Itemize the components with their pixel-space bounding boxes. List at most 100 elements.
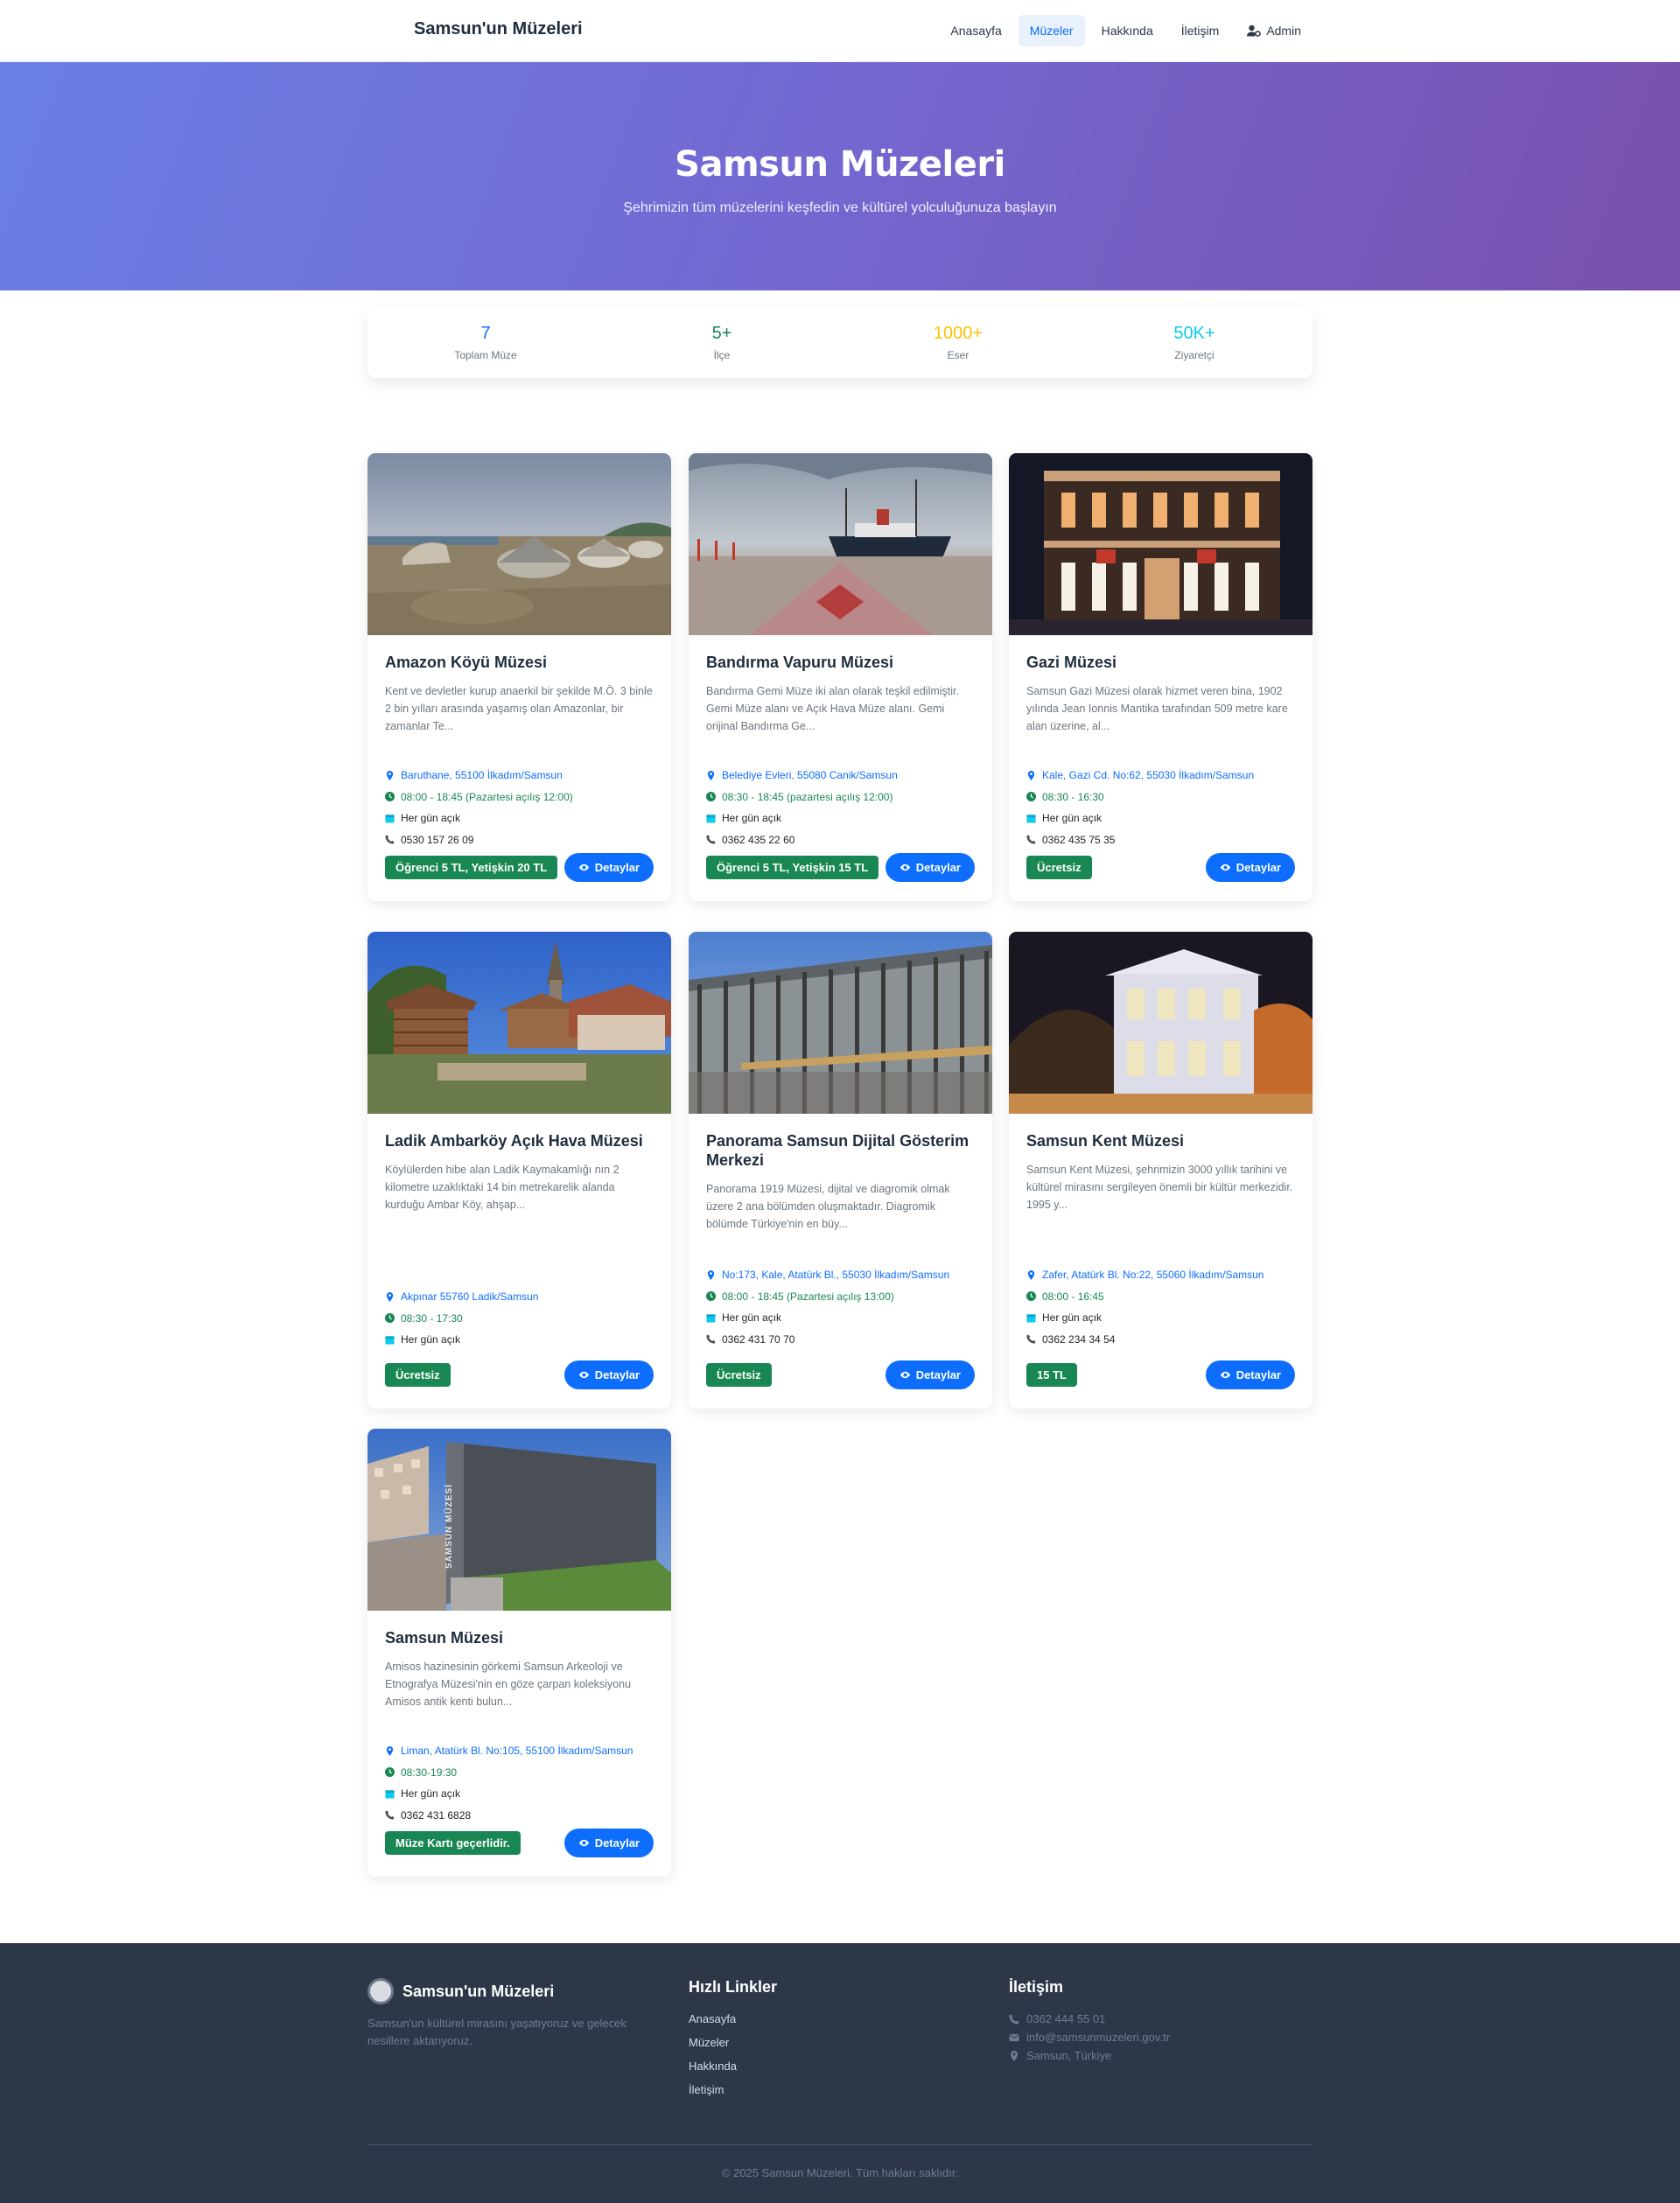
museum-days-text: Her gün açık <box>401 812 461 825</box>
details-button[interactable]: Detaylar <box>564 1829 654 1857</box>
nav-link-admin[interactable]: Admin <box>1236 15 1312 46</box>
museum-image[interactable] <box>1009 932 1312 1114</box>
nav-link-home[interactable]: Anasayfa <box>939 15 1012 46</box>
museum-sign-text: SAMSUN MÜZESİ <box>444 1484 454 1569</box>
calendar-icon <box>385 1790 395 1799</box>
price-badge: Ücretsiz <box>706 1363 772 1387</box>
museum-description: Bandırma Gemi Müze iki alan olarak teşki… <box>706 685 959 732</box>
nav-link-about[interactable]: Hakkında <box>1090 15 1165 46</box>
museum-image[interactable] <box>689 932 992 1114</box>
museum-hours-text: 08:30-19:30 <box>401 1766 458 1779</box>
calendar-icon <box>1026 815 1036 823</box>
card-footer: Ücretsiz Detaylar <box>1026 853 1295 882</box>
museum-location: Baruthane, 55100 İlkadım/Samsun <box>385 765 573 787</box>
museum-hours: 08:00 - 18:45 (Pazartesi açılış 13:00) <box>706 1286 949 1308</box>
nav-link-museums[interactable]: Müzeler <box>1018 15 1085 46</box>
footer-address: Samsun, Türkiye <box>1009 2049 1170 2062</box>
museum-phone-text: 0362 234 34 54 <box>1042 1332 1116 1346</box>
museum-info: Liman, Atatürk Bl. No:105, 55100 İlkadım… <box>385 1740 633 1826</box>
museum-days-text: Her gün açık <box>722 812 782 825</box>
calendar-icon <box>1026 1314 1036 1323</box>
details-button-label: Detaylar <box>594 1368 640 1381</box>
stat-value: 5+ <box>711 324 732 343</box>
stat-value: 7 <box>480 324 491 343</box>
museum-location: Kale, Gazi Cd. No:62, 55030 İlkadım/Sams… <box>1026 765 1254 787</box>
map-pin-icon <box>1027 1269 1035 1280</box>
details-button[interactable]: Detaylar <box>564 1360 654 1389</box>
museum-image[interactable] <box>1009 453 1312 635</box>
museum-title[interactable]: Amazon Köyü Müzesi <box>385 653 654 672</box>
footer-brand-text: Samsun'un Müzeleri <box>402 1982 555 2000</box>
museum-title[interactable]: Bandırma Vapuru Müzesi <box>706 653 975 672</box>
museum-image[interactable] <box>689 453 992 635</box>
details-button[interactable]: Detaylar <box>1205 853 1295 882</box>
details-button[interactable]: Detaylar <box>885 853 975 882</box>
museum-image[interactable] <box>368 932 671 1114</box>
museum-phone: 0362 435 22 60 <box>706 829 898 851</box>
footer-link-about[interactable]: Hakkında <box>689 2060 777 2073</box>
calendar-icon <box>706 815 716 823</box>
footer-email-text[interactable]: info@samsunmuzeleri.gov.tr <box>1026 2031 1170 2044</box>
footer-contact: İletişim 0362 444 55 01 info@samsunmuzel… <box>1009 1978 1170 2062</box>
museum-title[interactable]: Samsun Müzesi <box>385 1628 654 1647</box>
map-pin-icon <box>386 1291 394 1302</box>
clock-icon <box>385 1767 395 1778</box>
navbar-brand[interactable]: Samsun'un Müzeleri <box>414 19 583 39</box>
museum-days-text: Her gün açık <box>1042 812 1102 825</box>
price-badge: Ücretsiz <box>385 1363 451 1387</box>
phone-icon <box>706 835 716 844</box>
eye-icon <box>578 1839 589 1847</box>
user-cog-icon <box>1247 24 1262 37</box>
card-body: Samsun Müzesi Amisos hazinesinin görkemi… <box>368 1611 671 1710</box>
museum-location: Akpınar 55760 Ladik/Samsun <box>385 1286 538 1308</box>
map-pin-icon <box>1011 2050 1018 2061</box>
details-button-label: Detaylar <box>915 861 961 874</box>
eye-icon <box>900 1371 910 1379</box>
museum-card: Ladik Ambarköy Açık Hava Müzesi Köylüler… <box>368 932 671 1409</box>
footer-quick-links-title: Hızlı Linkler <box>689 1978 778 1996</box>
museum-description: Samsun Gazi Müzesi olarak hizmet veren b… <box>1026 685 1288 732</box>
museum-image[interactable] <box>368 453 671 635</box>
museum-location-text: Baruthane, 55100 İlkadım/Samsun <box>401 769 563 782</box>
museum-location: No:173, Kale, Atatürk Bl., 55030 İlkadım… <box>706 1264 949 1286</box>
card-body: Bandırma Vapuru Müzesi Bandırma Gemi Müz… <box>689 635 992 735</box>
phone-icon <box>385 1810 395 1820</box>
museum-title[interactable]: Gazi Müzesi <box>1026 653 1295 672</box>
details-button[interactable]: Detaylar <box>564 853 654 882</box>
museum-title[interactable]: Samsun Kent Müzesi <box>1026 1131 1295 1150</box>
museum-card: Samsun Kent Müzesi Samsun Kent Müzesi, ş… <box>1009 932 1312 1409</box>
price-badge: Ücretsiz <box>1026 856 1092 879</box>
map-pin-icon <box>1027 770 1035 780</box>
museum-days: Her gün açık <box>1026 1307 1264 1329</box>
stat-total-museums: 7 Toplam Müze <box>368 308 604 378</box>
museum-phone: 0362 431 6828 <box>385 1805 633 1827</box>
eye-icon <box>578 1371 589 1379</box>
nav-link-contact[interactable]: İletişim <box>1170 15 1231 46</box>
price-badge: Müze Kartı geçerlidir. <box>385 1831 521 1855</box>
details-button[interactable]: Detaylar <box>1205 1360 1295 1389</box>
stat-visitors: 50K+ Ziyaretçi <box>1076 308 1312 378</box>
card-body: Amazon Köyü Müzesi Kent ve devletler kur… <box>368 635 671 735</box>
footer-link-contact[interactable]: İletişim <box>689 2083 777 2096</box>
museum-location-text: No:173, Kale, Atatürk Bl., 55030 İlkadım… <box>722 1269 950 1282</box>
museum-location-text: Kale, Gazi Cd. No:62, 55030 İlkadım/Sams… <box>1042 769 1255 782</box>
museum-image[interactable]: SAMSUN MÜZESİ <box>368 1429 671 1611</box>
museum-days-text: Her gün açık <box>1042 1311 1102 1325</box>
museum-hours-text: 08:30 - 16:30 <box>1042 790 1104 803</box>
details-button[interactable]: Detaylar <box>885 1360 975 1389</box>
museum-location-text: Belediye Evleri, 55080 Canik/Samsun <box>722 769 898 782</box>
eye-icon <box>578 864 589 871</box>
stat-label: İlçe <box>713 349 731 361</box>
footer-link-home[interactable]: Anasayfa <box>689 2012 777 2025</box>
calendar-icon <box>706 1314 716 1323</box>
museum-info: No:173, Kale, Atatürk Bl., 55030 İlkadım… <box>706 1264 949 1350</box>
museum-card: SAMSUN MÜZESİ Samsun Müzesi Amisos hazin… <box>368 1429 671 1877</box>
footer-link-museums[interactable]: Müzeler <box>689 2036 777 2049</box>
map-pin-icon <box>386 770 394 780</box>
museum-title[interactable]: Ladik Ambarköy Açık Hava Müzesi <box>385 1131 654 1150</box>
museum-title[interactable]: Panorama Samsun Dijital Gösterim Merkezi <box>706 1131 975 1170</box>
museum-phone: 0362 234 34 54 <box>1026 1329 1264 1351</box>
museum-hours: 08:30-19:30 <box>385 1762 633 1784</box>
map-pin-icon <box>707 1269 715 1280</box>
envelope-icon <box>1009 2033 1019 2041</box>
